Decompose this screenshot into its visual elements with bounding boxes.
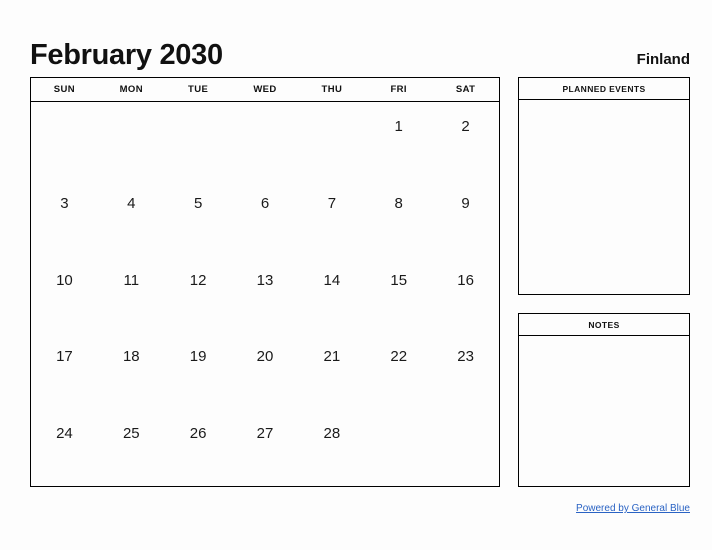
day-number: 1 bbox=[394, 118, 403, 135]
day-number: 21 bbox=[323, 348, 341, 366]
day-cell[interactable]: 24 bbox=[31, 409, 98, 486]
day-cell[interactable]: 3 bbox=[31, 179, 98, 256]
day-cell[interactable]: 18 bbox=[98, 332, 165, 409]
week-row: 24 25 26 27 28 bbox=[31, 409, 499, 486]
page-header: February 2030 Finland bbox=[30, 30, 690, 70]
planned-events-body[interactable] bbox=[519, 100, 689, 294]
day-number: 24 bbox=[56, 425, 73, 443]
day-cell[interactable]: 26 bbox=[165, 409, 232, 486]
day-cell[interactable]: 20 bbox=[232, 332, 299, 409]
country-label: Finland bbox=[636, 51, 690, 68]
day-number: 13 bbox=[256, 271, 274, 289]
day-cell[interactable]: 23 bbox=[432, 332, 499, 409]
day-number: 6 bbox=[260, 194, 270, 212]
page-title: February 2030 bbox=[30, 39, 223, 71]
day-number: 3 bbox=[60, 194, 69, 212]
notes-title: NOTES bbox=[519, 314, 689, 336]
page-footer: Powered by General Blue bbox=[330, 498, 690, 516]
day-cell[interactable] bbox=[98, 102, 165, 179]
day-number: 5 bbox=[193, 194, 203, 212]
day-cell[interactable]: 21 bbox=[298, 332, 365, 409]
weekday-header-mon: MON bbox=[119, 84, 143, 95]
day-cell[interactable]: 8 bbox=[365, 179, 432, 256]
day-cell[interactable] bbox=[31, 102, 98, 179]
day-cell[interactable] bbox=[232, 102, 299, 179]
day-number: 26 bbox=[189, 425, 207, 443]
day-number: 22 bbox=[390, 348, 408, 366]
planned-events-panel: PLANNED EVENTS bbox=[518, 77, 690, 295]
weekday-header-sun: SUN bbox=[53, 84, 76, 95]
day-cell[interactable]: 5 bbox=[165, 179, 232, 256]
day-cell[interactable]: 19 bbox=[165, 332, 232, 409]
day-number: 17 bbox=[56, 348, 73, 366]
day-cell[interactable]: 10 bbox=[31, 256, 98, 333]
day-cell[interactable]: 17 bbox=[31, 332, 98, 409]
day-cell[interactable] bbox=[365, 409, 432, 486]
day-cell[interactable]: 6 bbox=[232, 179, 299, 256]
day-number: 27 bbox=[256, 425, 274, 443]
notes-body[interactable] bbox=[519, 336, 689, 486]
day-number: 16 bbox=[457, 271, 474, 289]
day-cell[interactable] bbox=[165, 102, 232, 179]
weekday-header-sat: SAT bbox=[455, 84, 476, 95]
day-cell[interactable]: 4 bbox=[98, 179, 165, 256]
week-row: 1 2 bbox=[31, 102, 499, 179]
day-number: 25 bbox=[122, 425, 140, 443]
notes-panel: NOTES bbox=[518, 313, 690, 487]
day-cell[interactable] bbox=[432, 409, 499, 486]
week-row: 17 18 19 20 21 22 23 bbox=[31, 332, 499, 409]
weekday-header-row: SUN MON TUE WED THU FRI SAT bbox=[31, 78, 499, 102]
day-cell[interactable]: 9 bbox=[432, 179, 499, 256]
weekday-header-wed: WED bbox=[253, 84, 277, 95]
planned-events-title: PLANNED EVENTS bbox=[519, 78, 689, 100]
day-cell[interactable]: 16 bbox=[432, 256, 499, 333]
week-row: 3 4 5 6 7 8 9 bbox=[31, 179, 499, 256]
week-row: 10 11 12 13 14 15 16 bbox=[31, 256, 499, 333]
day-cell[interactable]: 28 bbox=[298, 409, 365, 486]
day-cell[interactable]: 27 bbox=[232, 409, 299, 486]
day-cell[interactable]: 7 bbox=[298, 179, 365, 256]
day-number: 20 bbox=[256, 348, 274, 366]
day-cell[interactable]: 13 bbox=[232, 256, 299, 333]
day-cell[interactable]: 11 bbox=[98, 256, 165, 333]
day-cell[interactable]: 22 bbox=[365, 332, 432, 409]
day-cell[interactable]: 15 bbox=[365, 256, 432, 333]
day-cell[interactable]: 14 bbox=[298, 256, 365, 333]
calendar-grid: SUN MON TUE WED THU FRI SAT 1 2 3 4 5 6 … bbox=[30, 77, 500, 487]
calendar-weeks: 1 2 3 4 5 6 7 8 9 10 11 12 13 14 15 16 1… bbox=[31, 102, 499, 486]
day-number: 9 bbox=[461, 194, 470, 212]
day-cell[interactable]: 1 bbox=[365, 102, 432, 179]
day-number: 8 bbox=[394, 194, 403, 212]
day-number: 23 bbox=[457, 348, 474, 366]
day-number: 14 bbox=[323, 271, 341, 289]
day-number: 12 bbox=[189, 271, 207, 289]
day-cell[interactable]: 2 bbox=[432, 102, 499, 179]
calendar-page: February 2030 Finland SUN MON TUE WED TH… bbox=[0, 0, 712, 550]
day-number: 10 bbox=[56, 271, 73, 289]
day-cell[interactable]: 25 bbox=[98, 409, 165, 486]
day-number: 28 bbox=[323, 425, 341, 443]
weekday-header-tue: TUE bbox=[188, 84, 209, 95]
day-number: 11 bbox=[123, 271, 140, 289]
weekday-header-fri: FRI bbox=[390, 84, 407, 95]
day-number: 2 bbox=[461, 118, 470, 135]
weekday-header-thu: THU bbox=[321, 84, 343, 95]
day-number: 18 bbox=[122, 348, 140, 366]
day-cell[interactable] bbox=[298, 102, 365, 179]
day-cell[interactable]: 12 bbox=[165, 256, 232, 333]
day-number: 7 bbox=[327, 194, 337, 212]
day-number: 19 bbox=[189, 348, 207, 366]
day-number: 4 bbox=[127, 194, 136, 212]
powered-by-link[interactable]: Powered by General Blue bbox=[576, 503, 690, 514]
day-number: 15 bbox=[390, 271, 408, 289]
